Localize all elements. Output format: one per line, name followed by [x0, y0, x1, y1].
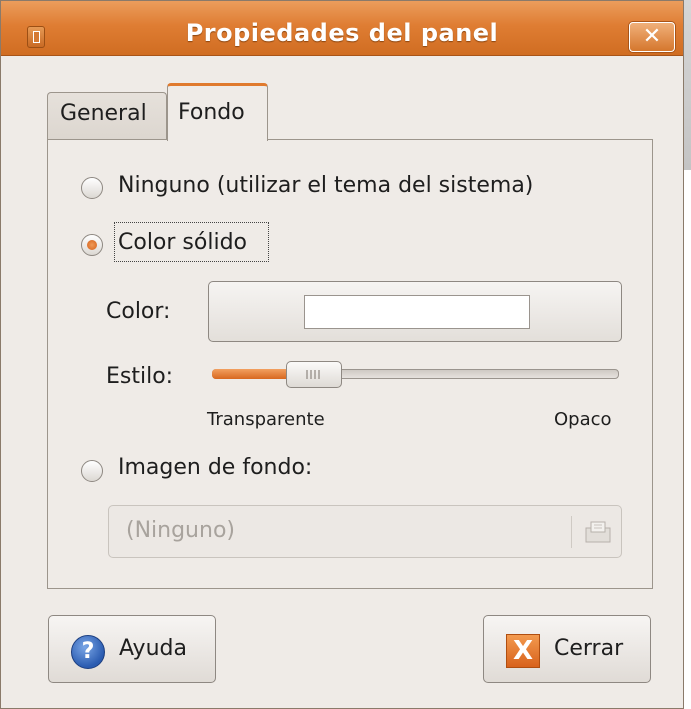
- tab-fondo[interactable]: Fondo: [167, 83, 268, 141]
- window-close-button[interactable]: ✕: [629, 22, 675, 52]
- radio-none-label[interactable]: Ninguno (utilizar el tema del sistema): [118, 173, 533, 198]
- color-picker-button[interactable]: [208, 281, 622, 342]
- close-button-label: Cerrar: [554, 636, 624, 661]
- file-chooser-separator: [571, 516, 572, 548]
- color-swatch: [304, 295, 530, 329]
- image-file-value: (Ninguno): [126, 518, 235, 543]
- close-button[interactable]: X Cerrar: [483, 615, 651, 683]
- radio-background-image[interactable]: [81, 460, 103, 482]
- panel-properties-dialog: Propiedades del panel ✕ General Fondo Ni…: [0, 0, 684, 709]
- help-button[interactable]: ? Ayuda: [48, 615, 216, 683]
- folder-icon: [585, 521, 611, 543]
- slider-grip-icon: [306, 370, 323, 379]
- title-bar[interactable]: Propiedades del panel ✕: [1, 1, 683, 56]
- close-icon: X: [506, 634, 540, 668]
- window-title: Propiedades del panel: [185, 19, 499, 47]
- radio-none[interactable]: [81, 177, 103, 199]
- image-file-chooser: (Ninguno): [108, 505, 622, 558]
- style-slider-thumb[interactable]: [286, 361, 343, 388]
- style-slider-fill: [212, 369, 291, 379]
- radio-solid-color-label[interactable]: Color sólido: [118, 230, 247, 255]
- radio-solid-color[interactable]: [81, 234, 103, 256]
- style-min-label: Transparente: [207, 409, 325, 430]
- style-label: Estilo:: [106, 364, 174, 389]
- radio-background-image-label[interactable]: Imagen de fondo:: [118, 455, 312, 480]
- help-icon: ?: [71, 635, 105, 669]
- tab-general[interactable]: General: [47, 92, 167, 140]
- help-button-label: Ayuda: [119, 636, 187, 661]
- style-max-label: Opaco: [554, 409, 612, 430]
- color-label: Color:: [106, 299, 171, 324]
